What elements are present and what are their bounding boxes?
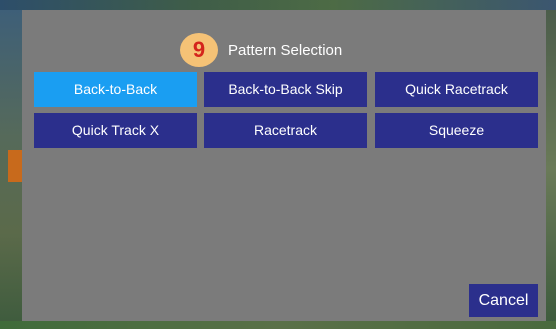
pattern-button-back-to-back-skip[interactable]: Back-to-Back Skip <box>204 72 367 107</box>
background-orange-tab <box>8 150 22 182</box>
background-right-strip <box>546 10 556 329</box>
pattern-button-quick-racetrack[interactable]: Quick Racetrack <box>375 72 538 107</box>
cancel-button[interactable]: Cancel <box>469 284 538 317</box>
pattern-button-quick-track-x[interactable]: Quick Track X <box>34 113 197 148</box>
pattern-button-racetrack[interactable]: Racetrack <box>204 113 367 148</box>
background-app: 9 Pattern Selection Back-to-Back Back-to… <box>0 0 556 329</box>
background-bottom-strip <box>0 321 556 329</box>
step-number-badge: 9 <box>180 33 218 67</box>
pattern-button-squeeze[interactable]: Squeeze <box>375 113 538 148</box>
dialog-title: Pattern Selection <box>228 42 343 59</box>
pattern-button-back-to-back[interactable]: Back-to-Back <box>34 72 197 107</box>
background-top-strip <box>0 0 556 10</box>
